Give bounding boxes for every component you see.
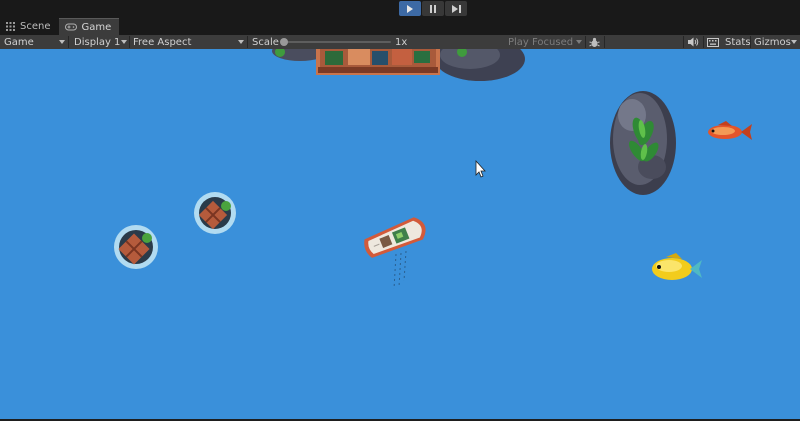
play-icon (406, 4, 414, 13)
pause-button[interactable] (422, 1, 444, 16)
toolbar-divider (247, 36, 248, 48)
keyboard-icon (707, 37, 719, 47)
rock-island (610, 91, 676, 195)
orange-fish (708, 121, 752, 140)
gizmos-label: Gizmos (754, 36, 791, 48)
gamepad-icon (64, 23, 77, 31)
toolbar-divider (68, 36, 69, 48)
stats-button[interactable]: Stats (725, 35, 751, 49)
game-toolbar: Game Display 1 Free Aspect Scale 1x Play… (0, 35, 800, 49)
toolbar-divider (129, 36, 130, 48)
mute-audio-toggle[interactable] (688, 35, 699, 49)
step-icon (451, 4, 461, 13)
debug-toggle[interactable] (589, 35, 600, 49)
toolbar-divider (604, 36, 605, 48)
game-viewport[interactable] (0, 49, 800, 419)
play-bar (0, 0, 800, 18)
scale-slider-track[interactable] (283, 41, 391, 43)
view-mode-label: Game (4, 36, 34, 48)
tab-bar: Scene Game (0, 18, 800, 35)
play-focused-label: Play Focused (508, 36, 574, 48)
aspect-dropdown[interactable]: Free Aspect (133, 35, 191, 49)
toolbar-divider (703, 36, 704, 48)
chevron-down-icon (238, 40, 244, 44)
aspect-label: Free Aspect (133, 36, 192, 48)
yellow-fish (652, 253, 702, 280)
toolbar-divider (750, 36, 751, 48)
view-mode-dropdown[interactable]: Game (4, 35, 34, 49)
step-button[interactable] (445, 1, 467, 16)
tab-game[interactable]: Game (58, 18, 120, 35)
scale-value: 1x (395, 36, 408, 48)
play-focused-dropdown[interactable]: Play Focused (508, 35, 573, 49)
toolbar-divider (585, 36, 586, 48)
crate-float (114, 225, 158, 269)
stats-label: Stats (725, 36, 751, 48)
game-scene (114, 49, 752, 290)
dock-platform (272, 49, 525, 81)
tab-scene[interactable]: Scene (0, 18, 59, 35)
scale-label: Scale (252, 36, 279, 48)
chevron-down-icon (576, 40, 582, 44)
speaker-icon (688, 37, 699, 47)
play-controls (399, 1, 467, 16)
pause-icon (429, 4, 437, 13)
chevron-down-icon (121, 40, 127, 44)
display-label: Display 1 (74, 36, 121, 48)
scene-grid-icon (6, 22, 15, 31)
tab-game-label: Game (81, 21, 112, 33)
play-button[interactable] (399, 1, 421, 16)
toolbar-divider (683, 36, 684, 48)
tab-scene-label: Scene (20, 21, 51, 32)
mouse-cursor (475, 159, 486, 178)
fishing-boat (364, 217, 426, 290)
chevron-down-icon (59, 40, 65, 44)
crate-float (194, 192, 236, 234)
chevron-down-icon (791, 40, 797, 44)
display-dropdown[interactable]: Display 1 (74, 35, 120, 49)
bug-icon (589, 37, 600, 48)
shortcuts-toggle[interactable] (707, 35, 719, 49)
scale-slider-handle[interactable] (280, 38, 288, 46)
gizmos-button[interactable]: Gizmos (754, 35, 791, 49)
